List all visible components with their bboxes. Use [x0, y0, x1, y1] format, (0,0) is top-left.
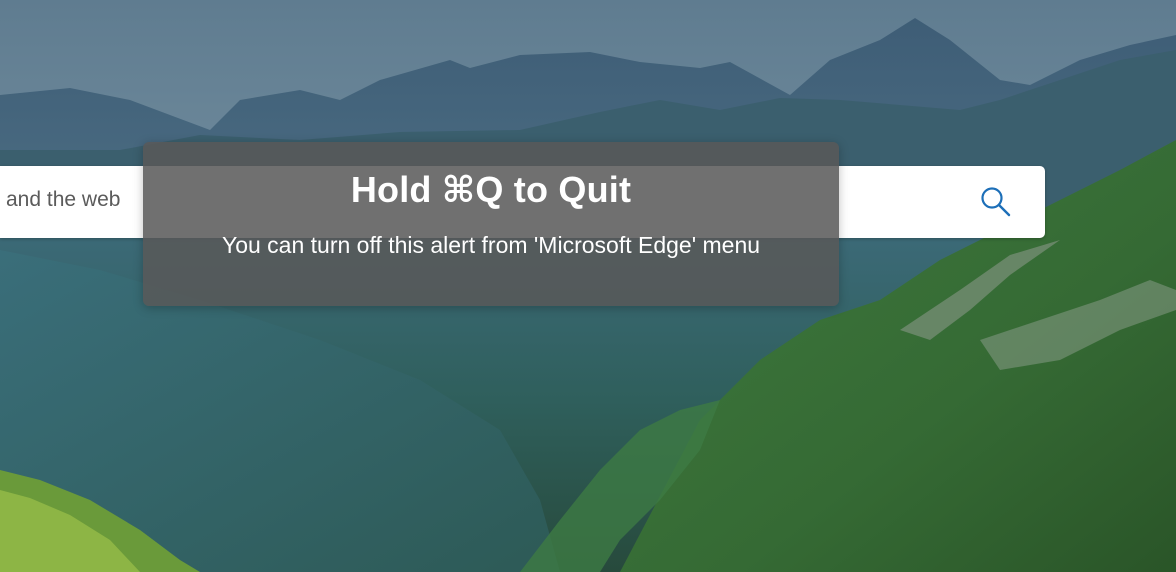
alert-title: Hold ⌘Q to Quit — [350, 169, 632, 210]
search-icon — [978, 184, 1012, 223]
alert-message: You can turn off this alert from 'Micros… — [221, 232, 761, 258]
browser-new-tab-page: Hold ⌘Q to Quit You can turn off this al… — [0, 0, 1176, 572]
search-button[interactable] — [975, 184, 1015, 222]
quit-alert-overlay: Hold ⌘Q to Quit You can turn off this al… — [143, 142, 839, 306]
